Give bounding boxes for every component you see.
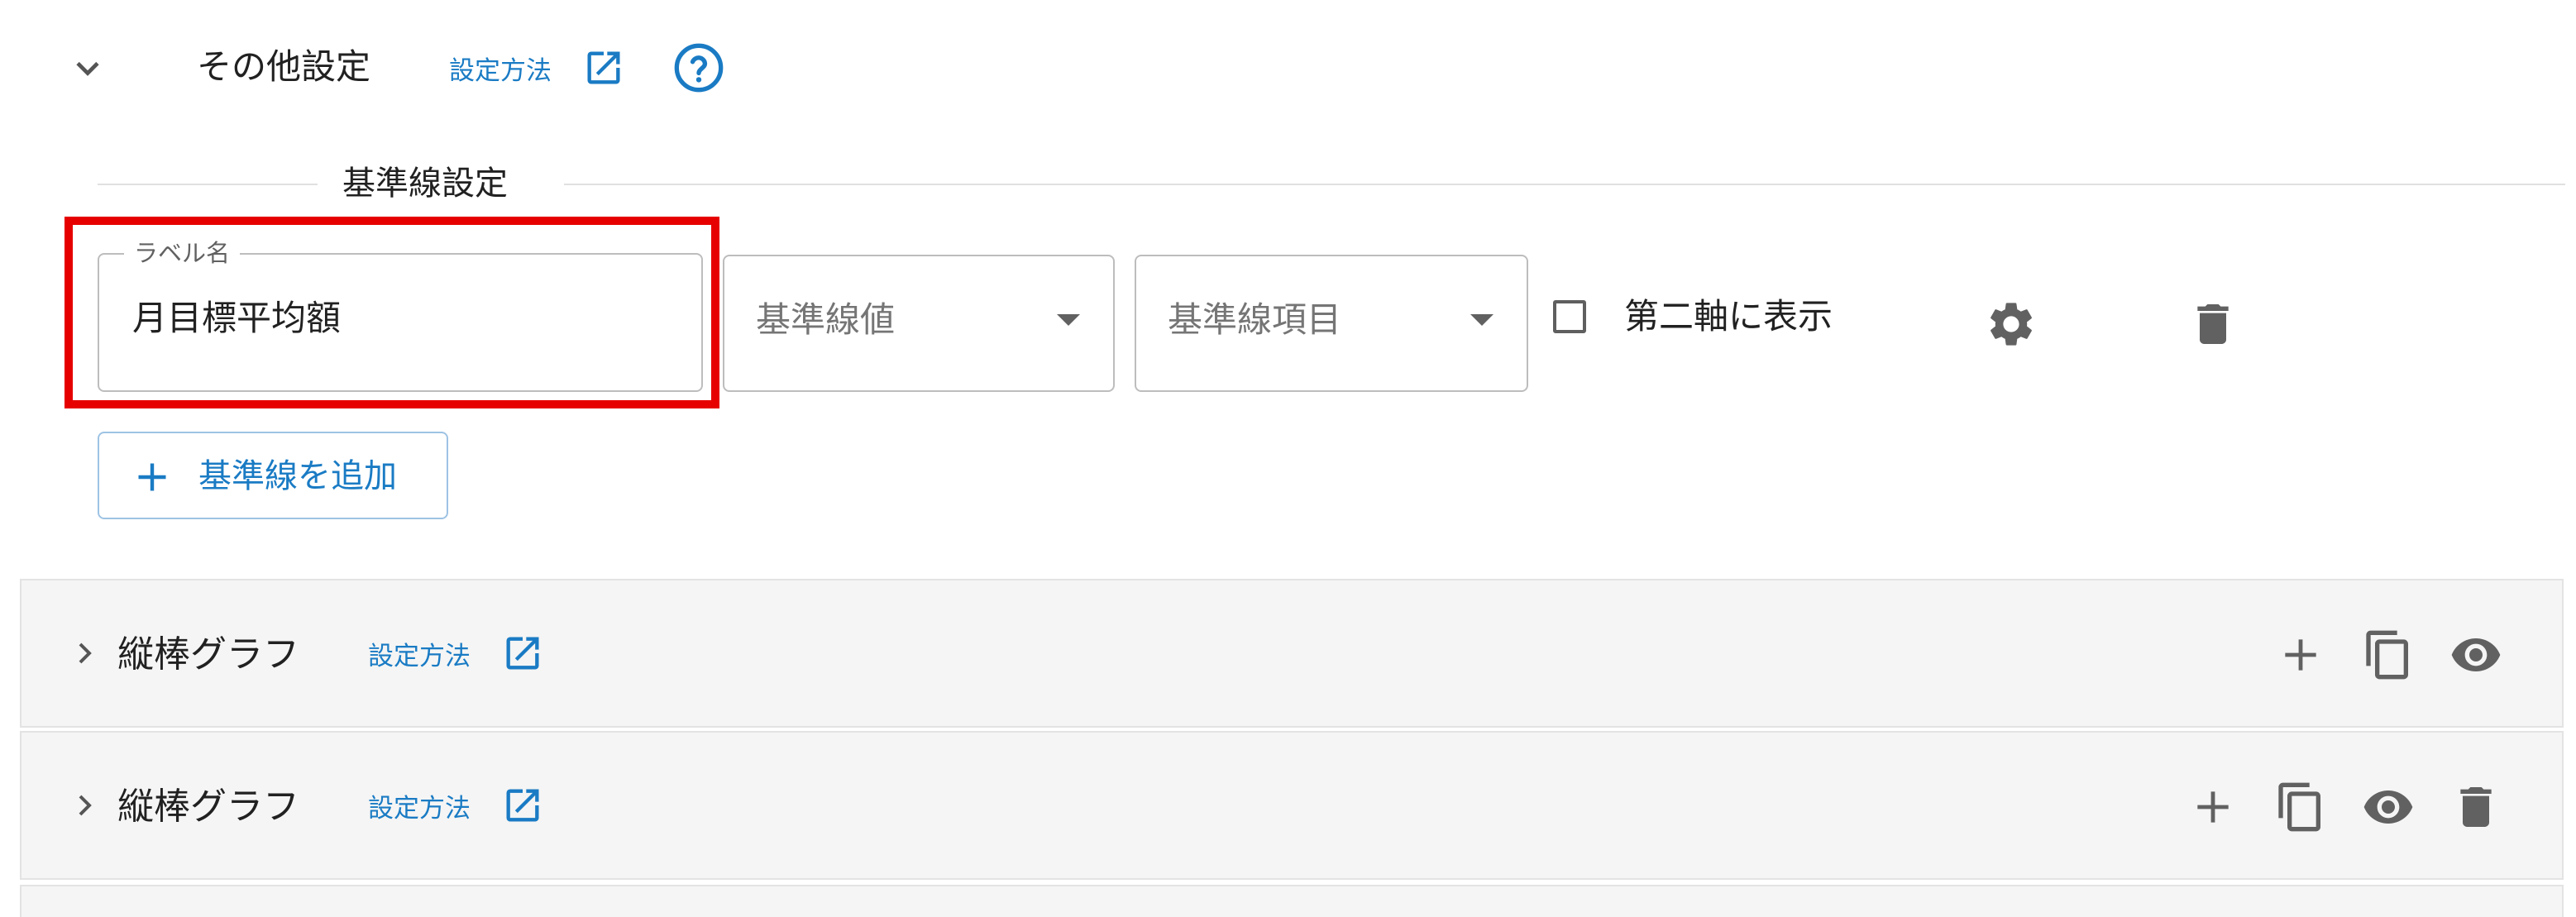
section-title: その他設定 <box>197 46 371 87</box>
baseline-legend: 基準線設定 <box>342 165 508 203</box>
dropdown-arrow-icon <box>1057 314 1080 326</box>
how-to-link[interactable]: 設定方法 <box>449 50 552 87</box>
panel-title: 縦棒グラフ <box>117 786 299 828</box>
baseline-value-placeholder: 基準線値 <box>756 299 896 340</box>
plus-icon <box>134 459 170 495</box>
trash-icon[interactable] <box>2186 298 2239 351</box>
plus-icon[interactable] <box>2274 628 2327 681</box>
open-in-new-icon[interactable] <box>501 632 544 675</box>
help-circle-icon[interactable] <box>672 41 725 94</box>
chart-panel: 縦棒グラフ 設定方法 <box>20 579 2564 728</box>
chart-panel <box>20 885 2564 917</box>
secondary-axis-label: 第二軸に表示 <box>1624 296 1833 337</box>
baseline-value-select[interactable]: 基準線値 <box>723 255 1115 392</box>
how-to-link[interactable]: 設定方法 <box>368 787 471 824</box>
chevron-right-icon[interactable] <box>65 633 104 673</box>
dropdown-arrow-icon <box>1470 314 1494 326</box>
fieldset-divider <box>98 184 318 185</box>
copy-icon[interactable] <box>2362 628 2415 681</box>
eye-icon[interactable] <box>2449 628 2502 681</box>
chevron-down-icon[interactable] <box>66 46 109 89</box>
baseline-item-placeholder: 基準線項目 <box>1168 299 1342 340</box>
gear-icon[interactable] <box>1985 298 2038 351</box>
add-baseline-label: 基準線を追加 <box>198 457 397 495</box>
highlight-box <box>65 217 719 408</box>
panel-title: 縦棒グラフ <box>117 633 299 676</box>
add-baseline-button[interactable]: 基準線を追加 <box>98 432 448 519</box>
baseline-item-select[interactable]: 基準線項目 <box>1135 255 1528 392</box>
copy-icon[interactable] <box>2274 781 2327 833</box>
open-in-new-icon[interactable] <box>501 784 544 827</box>
chevron-right-icon[interactable] <box>65 786 104 825</box>
open-in-new-icon[interactable] <box>582 46 625 89</box>
secondary-axis-checkbox[interactable] <box>1553 300 1586 333</box>
how-to-link[interactable]: 設定方法 <box>368 635 471 672</box>
chart-panel: 縦棒グラフ 設定方法 <box>20 731 2564 880</box>
fieldset-divider <box>564 184 2565 185</box>
trash-icon[interactable] <box>2449 781 2502 833</box>
eye-icon[interactable] <box>2362 781 2415 833</box>
plus-icon[interactable] <box>2186 781 2239 833</box>
